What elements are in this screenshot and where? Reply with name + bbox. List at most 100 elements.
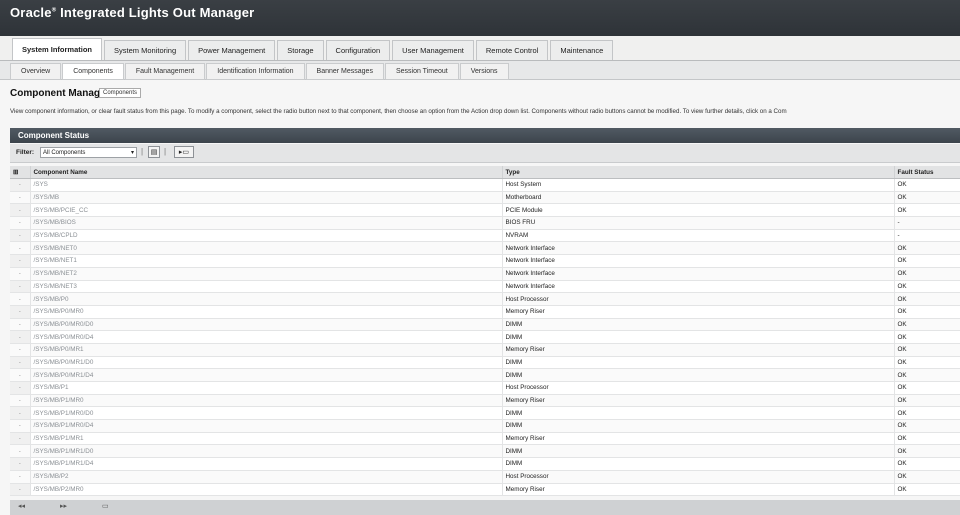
table-row[interactable]: -/SYS/MB/BIOS BIOS FRU - [10, 216, 960, 230]
subtab-session-timeout[interactable]: Session Timeout [384, 63, 459, 80]
row-radio-icon[interactable]: - [10, 444, 31, 459]
row-radio-icon[interactable]: - [10, 178, 31, 192]
row-radio-icon[interactable]: - [10, 330, 31, 344]
component-name-cell[interactable]: /SYS/MB/P0/MR1 [30, 343, 503, 357]
column-header-fault[interactable]: Fault Status [894, 166, 960, 179]
subtab-banner-messages[interactable]: Banner Messages [305, 63, 384, 80]
component-name-cell[interactable]: /SYS/MB/P1/MR1/D0 [30, 444, 503, 459]
row-radio-icon[interactable]: - [10, 305, 31, 319]
row-radio-icon[interactable]: - [10, 470, 31, 484]
table-row[interactable]: -/SYS/MB/P1/MR1/D4 DIMM OK [10, 457, 960, 471]
table-row[interactable]: -/SYS/MB/P2 Host Processor OK [10, 470, 960, 484]
table-row[interactable]: -/SYS/MB/P0/MR0/D4 DIMM OK [10, 330, 960, 344]
row-radio-icon[interactable]: - [10, 254, 31, 268]
table-row[interactable]: -/SYS/MB/P0/MR0 Memory Riser OK [10, 305, 960, 319]
component-name-cell[interactable]: /SYS/MB/P2/MR0 [30, 483, 503, 497]
view-toggle-icon[interactable]: ▸▭ [174, 146, 194, 158]
row-radio-icon[interactable]: - [10, 406, 31, 421]
row-radio-icon[interactable]: - [10, 241, 31, 256]
table-row[interactable]: -/SYS/MB/NET2 Network Interface OK [10, 267, 960, 281]
select-all-icon[interactable]: ⊞ [10, 166, 31, 179]
next-page-icon[interactable]: ▸▸ [60, 502, 67, 510]
component-name-cell[interactable]: /SYS/MB/NET0 [30, 241, 503, 256]
subtab-components[interactable]: Components [62, 63, 124, 80]
first-page-icon[interactable]: ◂◂ [18, 502, 25, 510]
table-row[interactable]: -/SYS/MB/NET0 Network Interface OK [10, 241, 960, 256]
component-name-cell[interactable]: /SYS/MB/P0 [30, 292, 503, 306]
tab-user-management[interactable]: User Management [392, 40, 474, 60]
tab-system-information[interactable]: System Information [12, 38, 103, 60]
table-row[interactable]: -/SYS/MB/NET3 Network Interface OK [10, 280, 960, 294]
row-radio-icon[interactable]: - [10, 457, 31, 471]
row-radio-icon[interactable]: - [10, 267, 31, 281]
component-name-cell[interactable]: /SYS/MB/CPLD [30, 229, 503, 243]
subtab-identification-information[interactable]: Identification Information [206, 63, 305, 80]
table-row[interactable]: -/SYS/MB/P1/MR1/D0 DIMM OK [10, 444, 960, 459]
component-name-cell[interactable]: /SYS/MB [30, 191, 503, 205]
table-row[interactable]: -/SYS/MB Motherboard OK [10, 191, 960, 205]
column-header-type[interactable]: Type [502, 166, 895, 179]
table-row[interactable]: -/SYS/MB/P1/MR0/D0 DIMM OK [10, 406, 960, 421]
row-radio-icon[interactable]: - [10, 229, 31, 243]
row-radio-icon[interactable]: - [10, 191, 31, 205]
row-radio-icon[interactable]: - [10, 419, 31, 433]
table-row[interactable]: -/SYS/MB/P1 Host Processor OK [10, 381, 960, 395]
column-header-name[interactable]: Component Name [30, 166, 503, 179]
component-name-cell[interactable]: /SYS/MB/NET3 [30, 280, 503, 294]
component-name-cell[interactable]: /SYS/MB/P1/MR1 [30, 432, 503, 446]
table-row[interactable]: -/SYS/MB/P0/MR0/D0 DIMM OK [10, 318, 960, 332]
row-radio-icon[interactable]: - [10, 203, 31, 218]
table-row[interactable]: -/SYS/MB/NET1 Network Interface OK [10, 254, 960, 268]
component-name-cell[interactable]: /SYS/MB/P1/MR0 [30, 394, 503, 408]
tab-maintenance[interactable]: Maintenance [550, 40, 614, 60]
row-radio-icon[interactable]: - [10, 483, 31, 497]
table-row[interactable]: -/SYS/MB/P0/MR1/D0 DIMM OK [10, 356, 960, 370]
component-name-cell[interactable]: /SYS/MB/BIOS [30, 216, 503, 230]
row-radio-icon[interactable]: - [10, 356, 31, 370]
row-radio-icon[interactable]: - [10, 280, 31, 294]
table-row[interactable]: -/SYS/MB/P1/MR0/D4 DIMM OK [10, 419, 960, 433]
row-radio-icon[interactable]: - [10, 216, 31, 230]
component-name-cell[interactable]: /SYS/MB/P0/MR0/D0 [30, 318, 503, 332]
subtab-fault-management[interactable]: Fault Management [124, 63, 206, 80]
table-row[interactable]: -/SYS/MB/P1/MR0 Memory Riser OK [10, 394, 960, 408]
filter-select[interactable]: All Components ▾ [40, 147, 137, 158]
component-name-cell[interactable]: /SYS/MB/P1/MR1/D4 [30, 457, 503, 471]
table-row[interactable]: -/SYS/MB/P0/MR1 Memory Riser OK [10, 343, 960, 357]
table-row[interactable]: -/SYS/MB/PCIE_CC PCIE Module OK [10, 203, 960, 218]
row-radio-icon[interactable]: - [10, 318, 31, 332]
component-name-cell[interactable]: /SYS [30, 178, 503, 192]
subtab-versions[interactable]: Versions [459, 63, 509, 80]
table-row[interactable]: -/SYS/MB/P1/MR1 Memory Riser OK [10, 432, 960, 446]
component-name-cell[interactable]: /SYS/MB/P1 [30, 381, 503, 395]
table-row[interactable]: -/SYS/MB/P0 Host Processor OK [10, 292, 960, 306]
table-row[interactable]: -/SYS Host System OK [10, 178, 960, 192]
tab-system-monitoring[interactable]: System Monitoring [104, 40, 187, 60]
component-name-cell[interactable]: /SYS/MB/P0/MR1/D0 [30, 356, 503, 370]
component-name-cell[interactable]: /SYS/MB/NET1 [30, 254, 503, 268]
row-radio-icon[interactable]: - [10, 432, 31, 446]
table-row[interactable]: -/SYS/MB/P2/MR0 Memory Riser OK [10, 483, 960, 497]
tab-configuration[interactable]: Configuration [325, 40, 391, 60]
tab-storage[interactable]: Storage [277, 40, 324, 60]
table-row[interactable]: -/SYS/MB/P0/MR1/D4 DIMM OK [10, 368, 960, 382]
tab-power-management[interactable]: Power Management [188, 40, 276, 60]
page-size-icon[interactable]: ▭ [102, 502, 109, 510]
row-radio-icon[interactable]: - [10, 381, 31, 395]
row-radio-icon[interactable]: - [10, 343, 31, 357]
component-name-cell[interactable]: /SYS/MB/P1/MR0/D4 [30, 419, 503, 433]
tab-remote-control[interactable]: Remote Control [475, 40, 549, 60]
row-radio-icon[interactable]: - [10, 394, 31, 408]
component-name-cell[interactable]: /SYS/MB/P0/MR0/D4 [30, 330, 503, 344]
component-name-cell[interactable]: /SYS/MB/P0/MR1/D4 [30, 368, 503, 382]
component-name-cell[interactable]: /SYS/MB/P0/MR0 [30, 305, 503, 319]
component-name-cell[interactable]: /SYS/MB/P2 [30, 470, 503, 484]
row-radio-icon[interactable]: - [10, 368, 31, 382]
subtab-overview[interactable]: Overview [10, 63, 62, 80]
component-name-cell[interactable]: /SYS/MB/P1/MR0/D0 [30, 406, 503, 421]
component-name-cell[interactable]: /SYS/MB/NET2 [30, 267, 503, 281]
row-radio-icon[interactable]: - [10, 292, 31, 306]
component-name-cell[interactable]: /SYS/MB/PCIE_CC [30, 203, 503, 218]
action-menu-icon[interactable]: ▤ [148, 146, 160, 158]
table-row[interactable]: -/SYS/MB/CPLD NVRAM - [10, 229, 960, 243]
